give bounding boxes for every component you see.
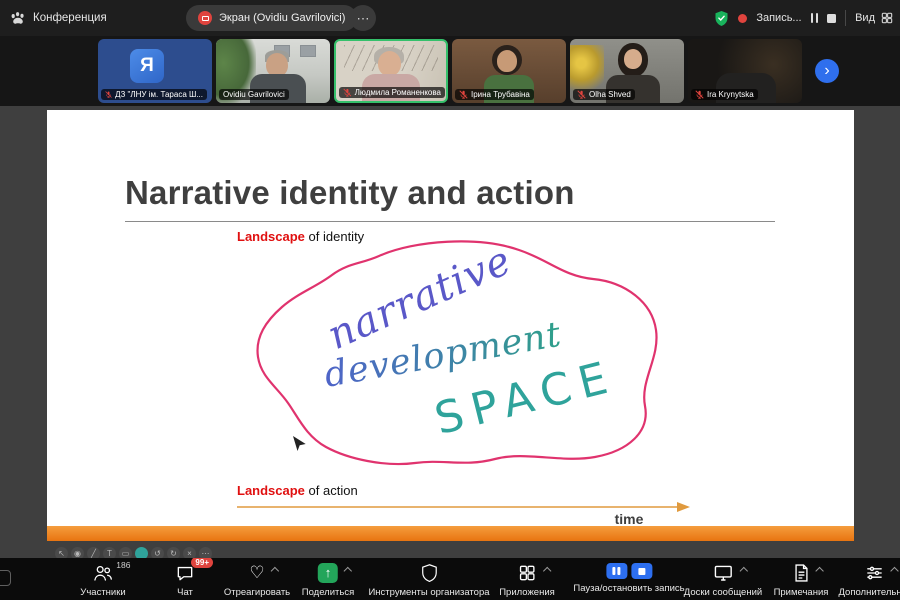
handwriting-space: SPACE bbox=[430, 351, 621, 445]
slide-title: Narrative identity and action bbox=[125, 174, 575, 212]
next-participants-button[interactable]: › bbox=[815, 59, 839, 83]
board-monitor-icon bbox=[713, 563, 734, 583]
mic-off-icon bbox=[459, 90, 468, 99]
participant-name-tag: Людмила Романенкова bbox=[339, 87, 445, 98]
app-menu[interactable]: Конференция bbox=[10, 0, 107, 36]
mic-off-icon bbox=[577, 90, 586, 99]
mic-off-icon bbox=[105, 90, 112, 99]
chevron-up-icon bbox=[270, 567, 278, 575]
participant-tile-lyudmila-active-speaker[interactable]: Людмила Романенкова bbox=[334, 39, 448, 103]
apps-grid-icon bbox=[517, 563, 537, 583]
mic-off-icon bbox=[695, 90, 704, 99]
presentation-slide: Narrative identity and action Landscape … bbox=[47, 110, 854, 541]
screen-share-icon bbox=[198, 11, 212, 25]
recording-dot-icon bbox=[738, 14, 747, 23]
participant-name-tag: ДЗ "ЛНУ ім. Тараса Ш... bbox=[101, 89, 207, 100]
app-title: Конференция bbox=[33, 12, 107, 24]
share-arrow-icon: ↑ bbox=[318, 563, 338, 583]
sliders-icon bbox=[864, 563, 884, 583]
chevron-up-icon bbox=[890, 567, 898, 575]
apps-button[interactable]: Приложения bbox=[499, 563, 555, 598]
participant-tile-iryna[interactable]: Ірина Трубавіна bbox=[452, 39, 566, 103]
stop-recording-button[interactable] bbox=[631, 563, 652, 579]
message-boards-button[interactable]: Доски сообщений bbox=[684, 563, 762, 598]
chevron-up-icon bbox=[344, 567, 352, 575]
notes-button[interactable]: Примечания bbox=[774, 563, 829, 598]
time-axis-label: time bbox=[615, 511, 644, 527]
pause-recording-button[interactable] bbox=[606, 563, 627, 579]
participant-tile-ovidiu[interactable]: Ovidiu Gavrilovici bbox=[216, 39, 330, 103]
screen-share-tab[interactable]: Экран (Ovidiu Gavrilovici) bbox=[186, 5, 357, 31]
heart-icon: ♡ bbox=[249, 564, 264, 582]
participant-tile-lnu[interactable]: Я ДЗ "ЛНУ ім. Тараса Ш... bbox=[98, 39, 212, 103]
participants-count-badge: 186 bbox=[116, 560, 130, 570]
participant-tile-ira[interactable]: Ira Krynytska bbox=[688, 39, 802, 103]
chat-unread-badge: 99+ bbox=[191, 558, 213, 568]
mouse-cursor-icon bbox=[293, 436, 306, 451]
react-button[interactable]: ♡ Отреагировать bbox=[224, 563, 290, 598]
yandex-logo: Я bbox=[130, 49, 164, 83]
recording-status: Запись... bbox=[756, 12, 801, 24]
top-bar-right: Запись... Вид bbox=[714, 0, 894, 36]
chevron-up-icon bbox=[739, 567, 747, 575]
shared-screen-stage: Narrative identity and action Landscape … bbox=[0, 106, 900, 558]
screen-share-tab-label: Экран (Ovidiu Gavrilovici) bbox=[219, 12, 345, 24]
host-tools-button[interactable]: Инструменты организатора bbox=[368, 563, 489, 598]
toolbar-overflow-icon[interactable] bbox=[0, 570, 11, 586]
participant-filmstrip: Я ДЗ "ЛНУ ім. Тараса Ш... Ovidiu Gavrilo… bbox=[0, 36, 900, 106]
tab-more-button[interactable]: ⋯ bbox=[350, 5, 376, 31]
participant-name-tag: Ірина Трубавіна bbox=[455, 89, 534, 100]
pause-recording-top-icon[interactable] bbox=[811, 13, 819, 23]
chevron-up-icon bbox=[815, 567, 823, 575]
antivirus-shield-icon bbox=[714, 10, 729, 27]
mic-off-icon bbox=[343, 88, 352, 97]
view-button[interactable]: Вид bbox=[855, 11, 894, 25]
view-label: Вид bbox=[855, 12, 875, 24]
handwriting-narrative: narrative bbox=[321, 237, 519, 359]
bottom-toolbar: 186 Участники 99+ Чат ♡ Отреагировать ↑ bbox=[0, 558, 900, 600]
landscape-of-identity-label: Landscape of identity bbox=[237, 229, 364, 244]
slide-footer-bar bbox=[47, 526, 854, 541]
participant-name-tag: Ira Krynytska bbox=[691, 89, 758, 100]
participant-name-tag: Olha Shved bbox=[573, 89, 635, 100]
top-bar: Конференция Экран (Ovidiu Gavrilovici) ⋯… bbox=[0, 0, 900, 36]
hand-drawn-blob bbox=[258, 241, 657, 464]
people-icon bbox=[92, 563, 113, 583]
chevron-up-icon bbox=[543, 567, 551, 575]
participant-tile-olha[interactable]: Olha Shved bbox=[570, 39, 684, 103]
participants-button[interactable]: 186 Участники bbox=[80, 563, 125, 598]
share-screen-button[interactable]: ↑ Поделиться bbox=[302, 563, 354, 598]
note-page-icon bbox=[792, 563, 809, 583]
handwriting-development: development bbox=[322, 315, 565, 396]
chat-button[interactable]: 99+ Чат bbox=[175, 563, 195, 598]
divider bbox=[845, 10, 846, 26]
grid-view-icon bbox=[880, 11, 894, 25]
stop-recording-top-icon[interactable] bbox=[827, 14, 836, 23]
paw-icon bbox=[10, 11, 26, 26]
title-underline bbox=[125, 221, 775, 222]
shield-icon bbox=[420, 563, 438, 583]
conference-app: Конференция Экран (Ovidiu Gavrilovici) ⋯… bbox=[0, 0, 900, 600]
more-options-button[interactable]: Дополнительн... bbox=[838, 563, 900, 598]
participant-name-tag: Ovidiu Gavrilovici bbox=[219, 89, 289, 100]
landscape-of-action-label: Landscape of action bbox=[237, 483, 358, 498]
recording-controls: Пауза/остановить запись bbox=[573, 563, 684, 594]
